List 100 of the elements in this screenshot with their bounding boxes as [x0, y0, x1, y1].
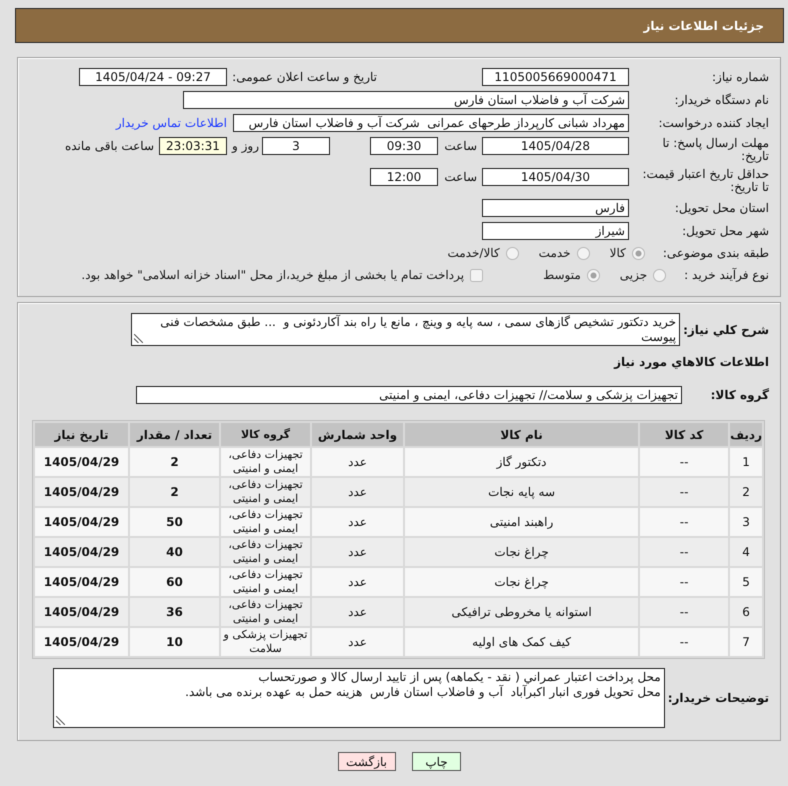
- requester-field[interactable]: مهرداد شبانی کارپرداز طرحهای عمرانی شرکت آب و فاضلاب استان فارس: [233, 114, 629, 132]
- table-cell: 1405/04/29: [35, 508, 128, 536]
- table-cell: عدد: [312, 448, 403, 476]
- option-label: کالا: [610, 245, 626, 262]
- table-cell: تجهیزات دفاعی، ایمنی و امنیتی: [221, 568, 310, 596]
- buyer-org-field[interactable]: شرکت آب و فاضلاب استان فارس: [183, 91, 629, 109]
- contact-info-link[interactable]: اطلاعات تماس خریدار: [116, 114, 227, 132]
- table-cell: 40: [130, 538, 219, 566]
- table-cell: 2: [130, 448, 219, 476]
- buyer-notes-label: توضیحات خریدار:: [666, 691, 769, 705]
- table-cell: 1405/04/29: [35, 598, 128, 626]
- table-cell: سه پایه نجات: [405, 478, 638, 506]
- section-title: اطلاعات كالاهاي مورد نياز: [612, 354, 769, 370]
- remaining-label: ساعت باقی مانده: [64, 138, 154, 155]
- deadline-date-field[interactable]: 1405/04/28: [482, 137, 629, 155]
- column-header[interactable]: واحد شمارش: [312, 423, 403, 446]
- table-cell: تجهیزات دفاعی، ایمنی و امنیتی: [221, 448, 310, 476]
- table-cell: 3: [730, 508, 762, 536]
- table-cell: --: [640, 448, 728, 476]
- table-cell: --: [640, 508, 728, 536]
- table-cell: 1: [730, 448, 762, 476]
- response-deadline-label: مهلت ارسال پاسخ: تا تاریخ:: [661, 137, 769, 163]
- checkbox-label: پرداخت تمام یا بخشی از مبلغ خرید،از محل "اسناد خزانه اسلامی" خواهد بود.: [81, 267, 464, 284]
- remaining-time-field[interactable]: 23:03:31: [159, 137, 227, 155]
- table-cell: چراغ نجات: [405, 568, 638, 596]
- table-cell: 1405/04/29: [35, 538, 128, 566]
- option-label: متوسط: [543, 267, 581, 284]
- table-cell: تجهیزات دفاعی، ایمنی و امنیتی: [221, 478, 310, 506]
- announce-date-field[interactable]: 1405/04/24 - 09:27: [79, 68, 227, 86]
- table-cell: عدد: [312, 478, 403, 506]
- table-cell: تجهیزات دفاعی، ایمنی و امنیتی: [221, 508, 310, 536]
- table-cell: چراغ نجات: [405, 538, 638, 566]
- table-cell: استوانه یا مخروطی ترافیکی: [405, 598, 638, 626]
- table-cell: تجهیزات دفاعی، ایمنی و امنیتی: [221, 538, 310, 566]
- table-cell: 36: [130, 598, 219, 626]
- buyer-notes-textarea[interactable]: محل پرداخت اعتبار عمراني ( نقد - یکماهه) پس از تایید ارسال کالا و صورتحساب محل تحویل فوری انبار اکبرآباد آب و فاضلاب استان فارس هزینه حمل به عهده برنده می باشد.: [52, 668, 665, 728]
- table-cell: دتکتور گاز: [405, 448, 638, 476]
- table-cell: 7: [730, 628, 762, 656]
- resize-grip-icon[interactable]: [56, 716, 65, 725]
- table-cell: 5: [730, 568, 762, 596]
- delivery-province-label: استان محل تحویل:: [674, 200, 769, 215]
- table-cell: 1405/04/29: [35, 448, 128, 476]
- table-cell: 50: [130, 508, 219, 536]
- validity-date-field[interactable]: 1405/04/30: [482, 168, 629, 186]
- classification-label: طبقه بندی موضوعی:: [662, 245, 769, 262]
- table-cell: کیف کمک های اولیه: [405, 628, 638, 656]
- table-cell: عدد: [312, 628, 403, 656]
- buyer-org-label: نام دستگاه خریدار:: [674, 92, 769, 107]
- delivery-city-label: شهر محل تحویل:: [681, 223, 769, 238]
- delivery-province-field[interactable]: فارس: [482, 199, 629, 217]
- option-label: کالا/خدمت: [447, 245, 500, 262]
- table-cell: 1405/04/29: [35, 478, 128, 506]
- column-header[interactable]: گروه کالا: [221, 423, 310, 446]
- option-label: جزیی: [620, 267, 648, 284]
- column-header[interactable]: ردیف: [730, 423, 762, 446]
- days-label: روز و: [230, 138, 259, 155]
- resize-grip-icon[interactable]: [134, 334, 144, 343]
- table-cell: 6: [730, 598, 762, 626]
- validity-time-field[interactable]: 12:00: [370, 168, 438, 186]
- table-cell: عدد: [312, 598, 403, 626]
- page-title: جزئیات اطلاعات نیاز: [643, 18, 764, 32]
- column-header[interactable]: نام کالا: [405, 423, 638, 446]
- requester-label: ایجاد کننده درخواست:: [657, 115, 769, 130]
- need-number-label: شماره نیاز:: [711, 69, 769, 84]
- table-cell: 1405/04/29: [35, 628, 128, 656]
- table-cell: --: [640, 538, 728, 566]
- table-cell: 4: [730, 538, 762, 566]
- time-label: ساعت: [443, 169, 477, 186]
- table-cell: --: [640, 568, 728, 596]
- delivery-city-field[interactable]: شیراز: [482, 222, 629, 240]
- table-cell: عدد: [312, 538, 403, 566]
- table-cell: 60: [130, 568, 219, 596]
- column-header[interactable]: تاریخ نیاز: [35, 423, 128, 446]
- column-header[interactable]: کد کالا: [640, 423, 728, 446]
- table-cell: --: [640, 598, 728, 626]
- description-label: شرح كلي نياز:: [682, 322, 769, 336]
- purchase-process-label: نوع فرآیند خرید :: [684, 267, 769, 284]
- table-cell: تجهیزات پزشکی و سلامت: [221, 628, 310, 656]
- time-label: ساعت: [443, 138, 477, 155]
- table-cell: عدد: [312, 508, 403, 536]
- table-cell: راهبند امنیتی: [405, 508, 638, 536]
- price-validity-label: حداقل تاریخ اعتبار قیمت: تا تاریخ:: [641, 168, 769, 194]
- table-cell: 2: [130, 478, 219, 506]
- table-cell: 10: [130, 628, 219, 656]
- back-button[interactable]: بازگشت: [338, 752, 396, 771]
- goods-group-label: گروه کالا:: [710, 388, 769, 402]
- option-label: خدمت: [538, 245, 571, 262]
- deadline-time-field[interactable]: 09:30: [370, 137, 438, 155]
- announce-date-label: تاریخ و ساعت اعلان عمومی:: [231, 69, 377, 86]
- table-cell: عدد: [312, 568, 403, 596]
- column-header[interactable]: تعداد / مقدار: [130, 423, 219, 446]
- days-field[interactable]: 3: [262, 137, 330, 155]
- need-number-field[interactable]: 1105005669000471: [482, 68, 629, 86]
- print-button[interactable]: چاپ: [412, 752, 461, 771]
- table-cell: --: [640, 628, 728, 656]
- table-cell: --: [640, 478, 728, 506]
- table-cell: تجهیزات دفاعی، ایمنی و امنیتی: [221, 598, 310, 626]
- goods-group-field[interactable]: تجهیزات پزشکی و سلامت// تجهیزات دفاعی، ایمنی و امنیتی: [136, 386, 682, 404]
- table-cell: 1405/04/29: [35, 568, 128, 596]
- description-textarea[interactable]: خرید دتکتور تشخیص گازهای سمی ، سه پایه و وینچ ، مانع یا راه بند آکاردئونی و ... طبق مشخصات فنی پیوست: [131, 313, 680, 346]
